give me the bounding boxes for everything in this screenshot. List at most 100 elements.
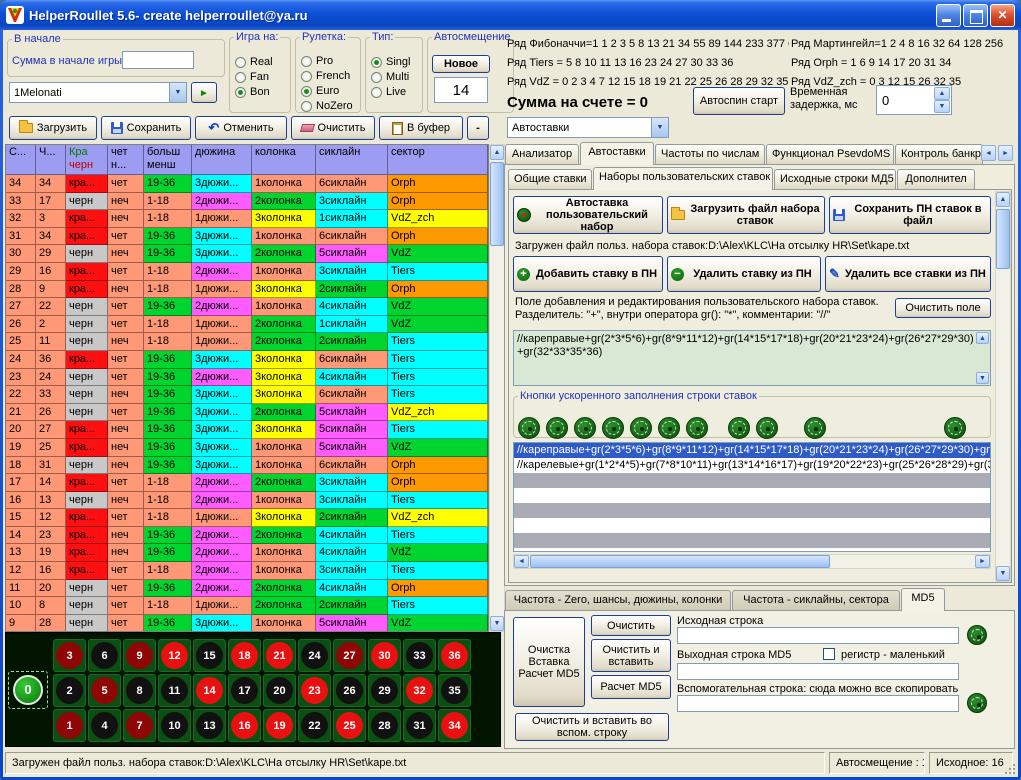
board-cell-4[interactable]: 4 <box>87 708 122 743</box>
zero-cell[interactable]: 0 <box>8 671 48 709</box>
board-cell-33[interactable]: 33 <box>402 638 437 673</box>
save-bets-file-button[interactable]: Сохранить ПН ставок в файл <box>829 196 991 234</box>
chip-button[interactable] <box>602 417 624 439</box>
autobets-combo[interactable]: Автоставки <box>507 117 669 138</box>
output-string-input[interactable] <box>677 663 959 680</box>
radio-option-multi[interactable]: Multi <box>371 70 421 84</box>
table-row[interactable]: 262чернчет1-181дюжи...2колонка1сиклайнVd… <box>6 316 488 334</box>
board-cell-25[interactable]: 25 <box>332 708 367 743</box>
table-row[interactable]: 1120чернчет19-362дюжи...2колонка4сиклайн… <box>6 580 488 598</box>
listbox-hscrollbar[interactable] <box>513 554 991 569</box>
board-cell-1[interactable]: 1 <box>52 708 87 743</box>
clear-field-button[interactable]: Очистить поле <box>895 298 991 318</box>
board-cell-5[interactable]: 5 <box>87 673 122 708</box>
bet-field-scroll-up-icon[interactable] <box>976 332 989 344</box>
board-cell-13[interactable]: 13 <box>192 708 227 743</box>
tab-main-0[interactable]: Анализатор <box>505 144 579 164</box>
radio-option-pro[interactable]: Pro <box>301 54 359 68</box>
maximize-button[interactable] <box>963 4 988 27</box>
spinner-down-icon[interactable] <box>934 100 950 113</box>
minimize-button[interactable] <box>936 4 961 27</box>
scroll-right-icon[interactable] <box>975 555 990 568</box>
register-checkbox[interactable] <box>823 648 835 660</box>
scroll-down-icon[interactable] <box>490 616 504 631</box>
minus-button[interactable]: - <box>467 116 489 140</box>
radio-option-live[interactable]: Live <box>371 85 421 99</box>
resize-grip[interactable] <box>1003 762 1016 775</box>
tab-main-4[interactable]: Контроль банкр <box>895 144 983 164</box>
radio-option-real[interactable]: Real <box>235 55 289 69</box>
bets-listbox[interactable]: //кареправые+gr(2*3*5*6)+gr(8*9*11*12)+g… <box>513 442 991 552</box>
scroll-left-icon[interactable] <box>514 555 529 568</box>
source-string-input[interactable] <box>677 627 959 644</box>
add-bet-button[interactable]: Добавить ставку в ПН <box>513 256 663 292</box>
tab-sub-1[interactable]: Наборы пользовательских ставок <box>593 167 773 190</box>
clear-button[interactable]: Очистить <box>291 116 375 140</box>
tab-main-1[interactable]: Автоставки <box>580 142 654 165</box>
board-cell-12[interactable]: 12 <box>157 638 192 673</box>
board-cell-6[interactable]: 6 <box>87 638 122 673</box>
board-cell-26[interactable]: 26 <box>332 673 367 708</box>
scroll-up-icon[interactable] <box>996 192 1010 207</box>
scroll-thumb[interactable] <box>996 209 1010 269</box>
chip-button[interactable] <box>518 417 540 439</box>
autospin-start-button[interactable]: Автоспин старт <box>693 87 785 115</box>
chip-button[interactable] <box>728 417 750 439</box>
board-cell-28[interactable]: 28 <box>367 708 402 743</box>
board-cell-15[interactable]: 15 <box>192 638 227 673</box>
tabs-scroll-left-icon[interactable] <box>981 145 996 161</box>
autoset-user-bets-button[interactable]: Автоставка пользовательский набор <box>513 196 663 234</box>
chip-button[interactable] <box>658 417 680 439</box>
scroll-thumb[interactable] <box>490 162 504 246</box>
board-cell-24[interactable]: 24 <box>297 638 332 673</box>
table-row[interactable]: 3434кра...чет19-363дюжи...1колонка6сикла… <box>6 175 488 193</box>
tab-sub-0[interactable]: Общие ставки <box>508 169 592 189</box>
radio-option-bon[interactable]: Bon <box>235 85 289 99</box>
chip-button[interactable] <box>967 693 987 713</box>
tab-freq-2[interactable]: MD5 <box>901 588 945 611</box>
load-button[interactable]: Загрузить <box>9 116 97 140</box>
board-cell-9[interactable]: 9 <box>122 638 157 673</box>
chip-button[interactable] <box>756 417 778 439</box>
tab-sub-3[interactable]: Дополнител <box>897 169 975 189</box>
list-item[interactable]: //кареправые+gr(2*3*5*6)+gr(8*9*11*12)+g… <box>514 443 990 458</box>
board-cell-16[interactable]: 16 <box>227 708 262 743</box>
tab-main-2[interactable]: Частоты по числам <box>655 144 765 164</box>
table-row[interactable]: 1831черннеч19-363дюжи...1колонка6сиклайн… <box>6 457 488 475</box>
history-table-scrollbar[interactable] <box>489 144 505 632</box>
board-cell-34[interactable]: 34 <box>437 708 472 743</box>
board-cell-35[interactable]: 35 <box>437 673 472 708</box>
aux-string-input[interactable] <box>677 695 959 712</box>
board-cell-31[interactable]: 31 <box>402 708 437 743</box>
radio-option-singl[interactable]: Singl <box>371 55 421 69</box>
tab-sub-2[interactable]: Исходные строки МД5 <box>774 169 896 189</box>
table-row[interactable]: 2233черннеч19-363дюжи...3колонка6сиклайн… <box>6 386 488 404</box>
board-cell-20[interactable]: 20 <box>262 673 297 708</box>
board-cell-22[interactable]: 22 <box>297 708 332 743</box>
board-cell-10[interactable]: 10 <box>157 708 192 743</box>
scroll-up-icon[interactable] <box>490 145 504 160</box>
chip-button[interactable] <box>546 417 568 439</box>
board-cell-14[interactable]: 14 <box>192 673 227 708</box>
chip-button[interactable] <box>967 625 987 645</box>
tab-main-3[interactable]: Функционал PsevdoMS <box>766 144 894 164</box>
bet-field-scroll-down-icon[interactable] <box>976 372 989 384</box>
board-cell-11[interactable]: 11 <box>157 673 192 708</box>
table-row[interactable]: 3029черннеч19-363дюжи...2колонка5сиклайн… <box>6 245 488 263</box>
start-sum-input[interactable] <box>122 51 194 69</box>
table-row[interactable]: 1423кра...неч19-362дюжи...2колонка4сикла… <box>6 527 488 545</box>
tabs-scroll-right-icon[interactable] <box>998 145 1013 161</box>
table-row[interactable]: 3317черннеч1-182дюжи...2колонка3сиклайнO… <box>6 193 488 211</box>
table-row[interactable]: 2436кра...чет19-363дюжи...3колонка6сикла… <box>6 351 488 369</box>
board-cell-32[interactable]: 32 <box>402 673 437 708</box>
delay-input[interactable] <box>878 87 933 113</box>
list-item[interactable]: //карелевые+gr(1*2*4*5)+gr(7*8*10*11)+gr… <box>514 458 990 473</box>
board-cell-7[interactable]: 7 <box>122 708 157 743</box>
table-row[interactable]: 1216кра...чет1-182дюжи...1колонка3сиклай… <box>6 562 488 580</box>
profile-combo[interactable]: 1Melonati <box>9 82 187 103</box>
board-cell-3[interactable]: 3 <box>52 638 87 673</box>
chip-button[interactable] <box>686 417 708 439</box>
chip-button[interactable] <box>574 417 596 439</box>
chevron-down-icon[interactable] <box>169 83 186 102</box>
board-cell-21[interactable]: 21 <box>262 638 297 673</box>
